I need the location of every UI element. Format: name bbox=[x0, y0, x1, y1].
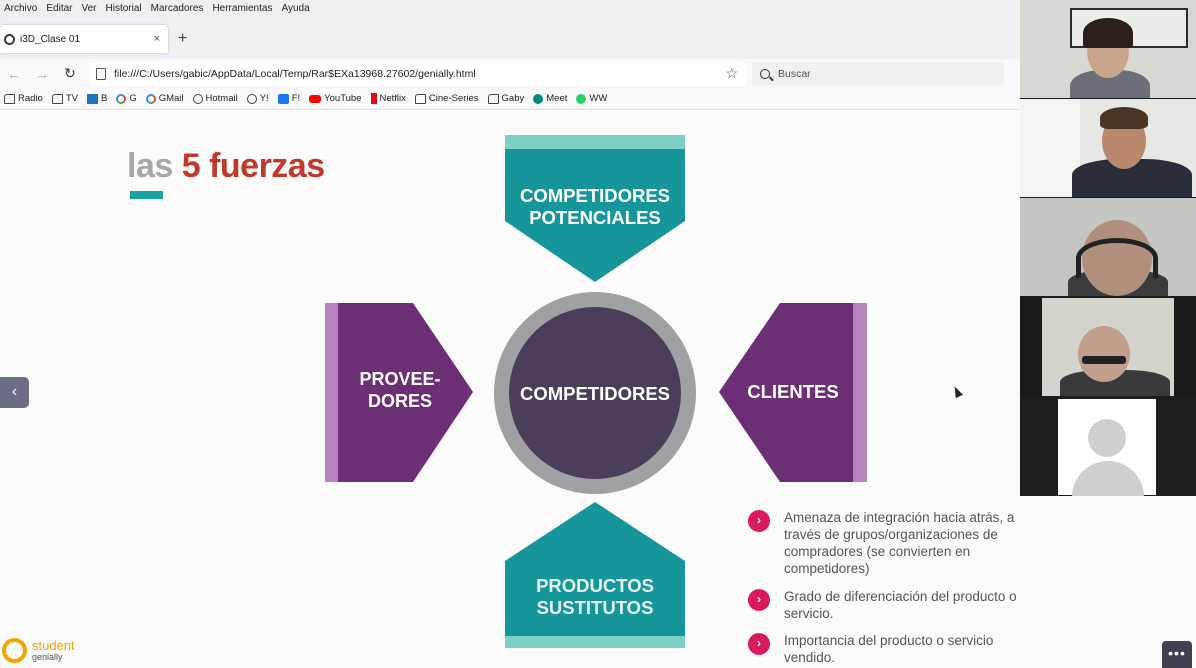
bookmarks-bar: Radio TV B G GMail Hotmail Y! F! YouTube… bbox=[0, 88, 1020, 110]
tab-title: i3D_Clase 01 bbox=[20, 33, 81, 45]
bookmark-meet[interactable]: Meet bbox=[533, 93, 567, 104]
new-tab-button[interactable]: + bbox=[178, 30, 187, 48]
list-item: › Amenaza de integración hacia atrás, a … bbox=[748, 509, 1038, 578]
navigation-bar: ← → ↻ file:///C:/Users/gabic/AppData/Loc… bbox=[0, 59, 1020, 88]
facebook-icon bbox=[277, 93, 289, 104]
folder-icon bbox=[487, 93, 499, 104]
label-clients: CLIENTES bbox=[747, 381, 839, 402]
reload-icon[interactable]: ↻ bbox=[56, 65, 84, 82]
participant-video-5[interactable] bbox=[1020, 397, 1196, 496]
menu-archivo[interactable]: Archivo bbox=[0, 3, 42, 14]
label-substitutes: PRODUCTOS SUSTITUTOS bbox=[536, 575, 654, 619]
video-participants-panel bbox=[1020, 0, 1196, 496]
globe-icon bbox=[192, 93, 203, 104]
genially-favicon-icon bbox=[4, 33, 15, 45]
browser-tab[interactable]: i3D_Clase 01 × bbox=[0, 25, 168, 53]
chevron-right-icon: › bbox=[748, 510, 770, 532]
folder-icon bbox=[51, 93, 63, 104]
participant-video-2[interactable] bbox=[1020, 99, 1196, 197]
close-tab-icon[interactable]: × bbox=[154, 33, 160, 45]
folder-icon bbox=[4, 93, 15, 104]
bookmark-gaby[interactable]: Gaby bbox=[487, 93, 524, 104]
netflix-icon bbox=[370, 93, 377, 104]
youtube-icon bbox=[309, 94, 322, 103]
search-placeholder: Buscar bbox=[778, 67, 811, 80]
label-potential-competitors: COMPETIDORES POTENCIALES bbox=[519, 185, 671, 229]
list-item: › Grado de diferenciación del producto o… bbox=[748, 588, 1038, 622]
back-arrow-icon[interactable]: ← bbox=[0, 66, 28, 82]
chevron-right-icon: › bbox=[748, 588, 770, 611]
participant-video-1[interactable] bbox=[1020, 0, 1196, 98]
forward-arrow-icon[interactable]: → bbox=[28, 66, 56, 82]
globe-icon bbox=[246, 93, 257, 104]
bookmark-cine-series[interactable]: Cine-Series bbox=[414, 93, 479, 104]
folder-icon bbox=[414, 93, 426, 104]
google-icon bbox=[145, 93, 156, 104]
bullet-text: Amenaza de integración hacia atrás, a tr… bbox=[784, 510, 1015, 577]
whatsapp-icon bbox=[576, 93, 587, 104]
bookmark-ww[interactable]: WW bbox=[576, 93, 607, 104]
participant-video-4[interactable] bbox=[1020, 298, 1196, 396]
bookmark-facebook[interactable]: F! bbox=[277, 93, 300, 104]
search-input[interactable]: Buscar bbox=[752, 62, 1004, 85]
bookmark-g[interactable]: G bbox=[116, 93, 137, 104]
watermark-brand: student bbox=[32, 638, 75, 653]
bing-icon bbox=[86, 93, 98, 104]
bookmark-gmail[interactable]: GMail bbox=[145, 93, 184, 104]
menu-bar: Archivo Editar Ver Historial Marcadores … bbox=[0, 0, 1020, 17]
meet-icon bbox=[533, 93, 544, 104]
label-suppliers: PROVEE- DORES bbox=[359, 369, 441, 411]
menu-editar[interactable]: Editar bbox=[42, 3, 77, 14]
tab-strip: i3D_Clase 01 × + bbox=[0, 17, 1020, 59]
menu-ayuda[interactable]: Ayuda bbox=[277, 3, 314, 14]
google-icon bbox=[116, 93, 127, 104]
menu-historial[interactable]: Historial bbox=[102, 3, 147, 14]
screen: Archivo Editar Ver Historial Marcadores … bbox=[0, 0, 1196, 668]
search-icon bbox=[760, 68, 770, 79]
bookmark-youtube[interactable]: YouTube bbox=[309, 93, 362, 104]
bullet-list: › Amenaza de integración hacia atrás, a … bbox=[748, 509, 1038, 668]
bookmark-tv[interactable]: TV bbox=[51, 93, 78, 104]
bookmark-star-icon[interactable]: ☆ bbox=[725, 65, 746, 82]
bullet-text: Importancia del producto o servicio vend… bbox=[784, 632, 994, 665]
avatar bbox=[1088, 419, 1126, 457]
genially-logo-icon bbox=[2, 638, 27, 663]
bookmark-b[interactable]: B bbox=[86, 93, 107, 104]
more-dots-icon: ••• bbox=[1168, 645, 1186, 661]
url-text[interactable]: file:///C:/Users/gabic/AppData/Local/Tem… bbox=[114, 68, 725, 80]
menu-ver[interactable]: Ver bbox=[77, 3, 101, 14]
menu-marcadores[interactable]: Marcadores bbox=[147, 3, 209, 14]
address-bar[interactable]: file:///C:/Users/gabic/AppData/Local/Tem… bbox=[90, 62, 746, 85]
bookmark-yahoo[interactable]: Y! bbox=[246, 93, 269, 104]
top-shape-cap bbox=[505, 135, 685, 149]
participant-video-3[interactable] bbox=[1020, 198, 1196, 296]
watermark-sub: genially bbox=[32, 652, 63, 662]
bottom-shape-cap bbox=[505, 636, 685, 648]
bookmark-netflix[interactable]: Netflix bbox=[370, 93, 406, 104]
previous-slide-button[interactable]: ‹ bbox=[0, 377, 29, 408]
genially-watermark[interactable]: student genially bbox=[2, 638, 75, 663]
presentation-slide: las 5 fuerzas COMPETIDORES POTENCIALES C… bbox=[0, 111, 1020, 668]
label-competitors: COMPETIDORES bbox=[519, 383, 671, 404]
chevron-right-icon: › bbox=[748, 632, 770, 655]
bookmark-radio[interactable]: Radio bbox=[4, 93, 43, 104]
page-icon bbox=[96, 67, 106, 80]
list-item: › Importancia del producto o servicio ve… bbox=[748, 632, 1038, 666]
bullet-text: Grado de diferenciación del producto o s… bbox=[784, 588, 1017, 621]
chevron-left-icon: ‹ bbox=[11, 383, 18, 400]
bookmark-hotmail[interactable]: Hotmail bbox=[192, 93, 238, 104]
more-options-button[interactable]: ••• bbox=[1162, 641, 1192, 668]
menu-herramientas[interactable]: Herramientas bbox=[208, 3, 277, 14]
